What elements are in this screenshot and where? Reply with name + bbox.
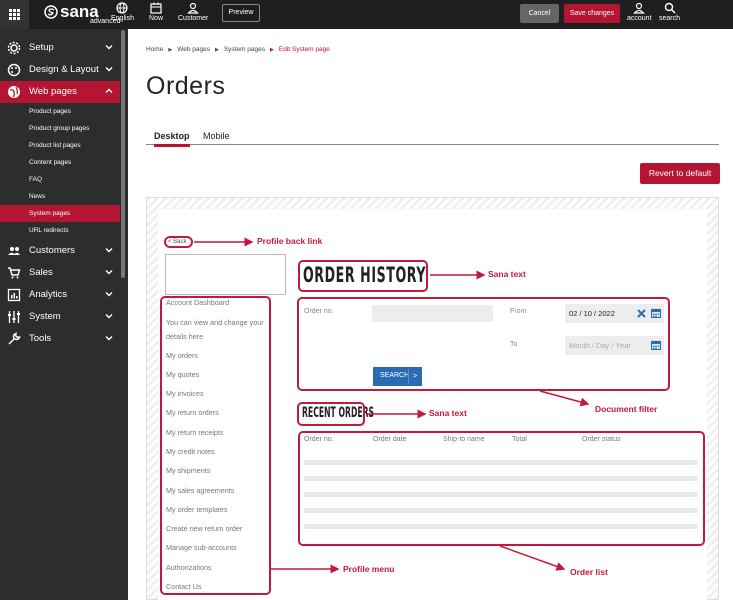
annotation-label: Profile menu xyxy=(343,564,395,574)
annotation-label: Order list xyxy=(570,567,608,577)
order-list-arrow xyxy=(499,545,566,571)
annotation-label: Profile back link xyxy=(257,236,323,246)
annotation-label: Sana text xyxy=(429,408,467,418)
annotation-label: Sana text xyxy=(488,269,526,279)
annotation-label: Document filter xyxy=(595,404,658,414)
document-filter-arrow xyxy=(539,390,590,407)
annotation-arrows xyxy=(194,237,590,574)
